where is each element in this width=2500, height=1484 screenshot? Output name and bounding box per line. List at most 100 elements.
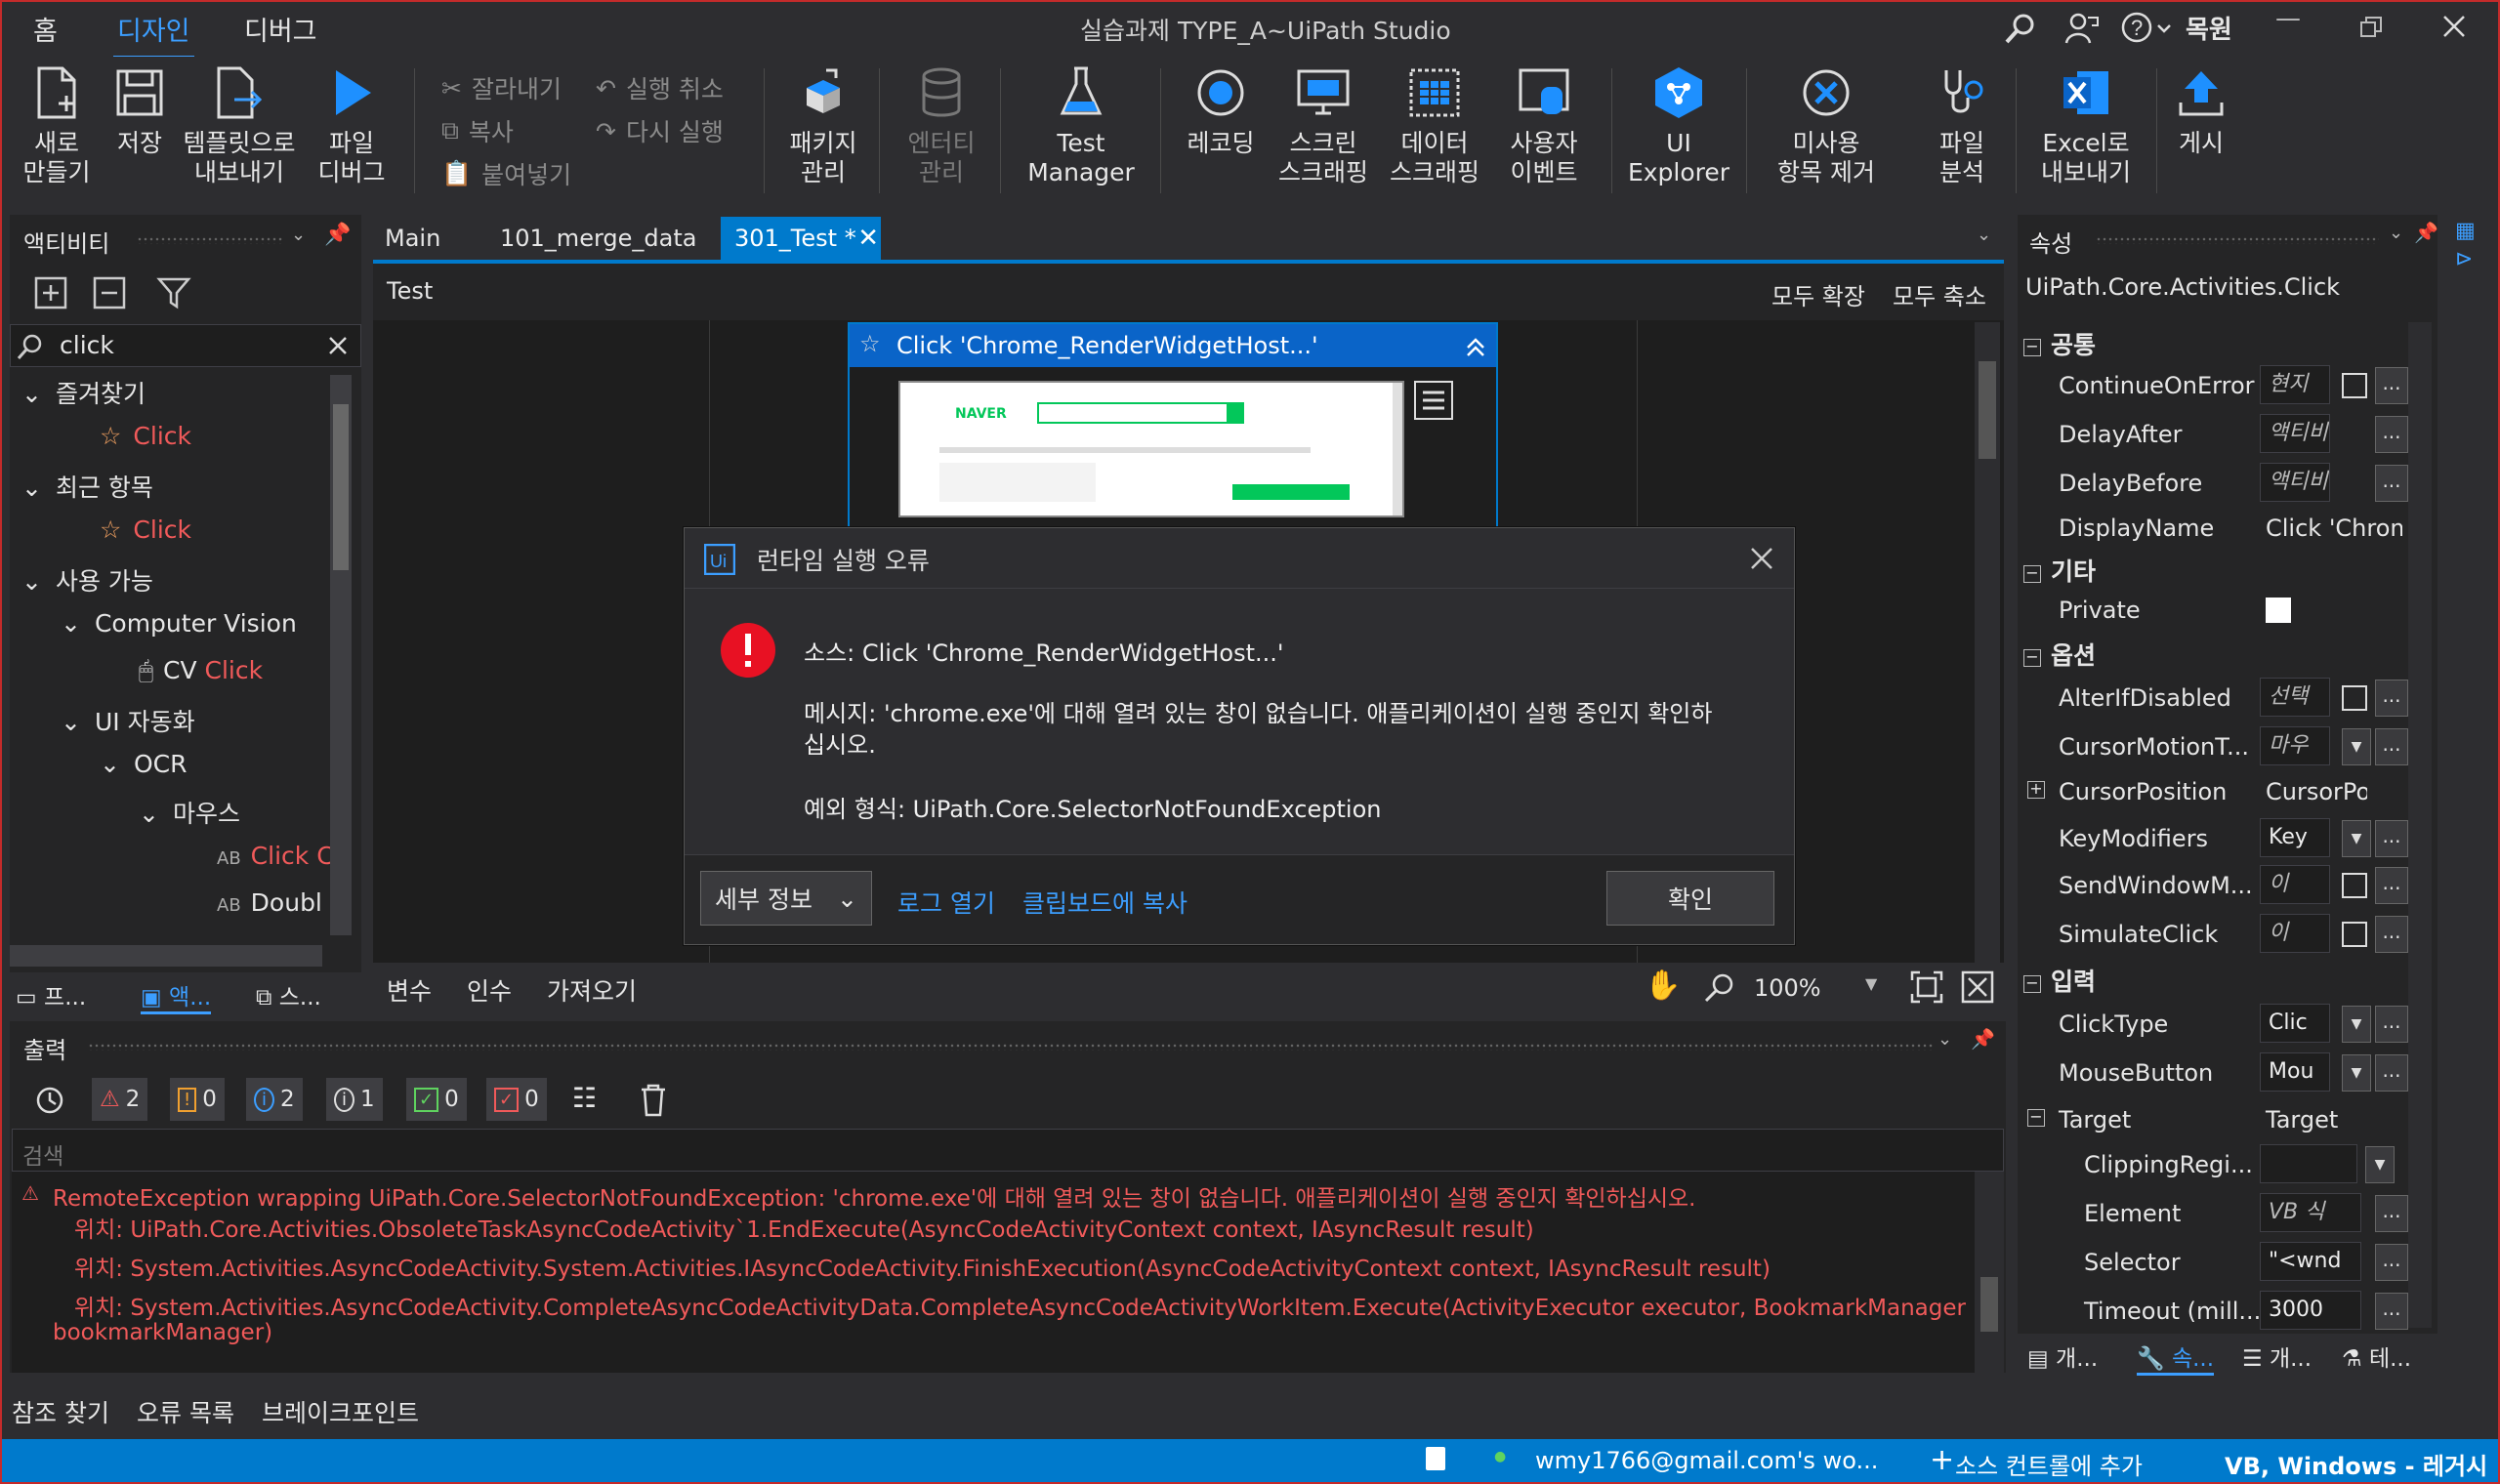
tab-overflow-icon[interactable]: ⌄ bbox=[1977, 225, 1991, 245]
tree-double-click[interactable]: AB Doubl bbox=[217, 888, 340, 917]
language-label[interactable]: VB, Windows - 레거시 bbox=[2225, 1447, 2487, 1481]
help-icon[interactable]: ? bbox=[2121, 12, 2172, 45]
find-references-tab[interactable]: 참조 찾기 bbox=[12, 1394, 109, 1429]
tree-recent[interactable]: ⌄ 최근 항목 bbox=[21, 469, 153, 504]
prop-continue-on-error[interactable]: ContinueOnError 현지... bbox=[2027, 363, 2408, 408]
prop-timeout[interactable]: Timeout (mill... 3000... bbox=[2027, 1289, 2408, 1334]
collapse-all-link[interactable]: 모두 축소 bbox=[1893, 277, 1986, 311]
prop-target[interactable]: − Target Target bbox=[2027, 1097, 2398, 1142]
tab-test[interactable]: ⚗ 테... bbox=[2342, 1340, 2411, 1373]
output-search[interactable]: 검색 bbox=[12, 1129, 2004, 1172]
prop-cursor-motion[interactable]: CursorMotionT... 마우 ▼... bbox=[2027, 724, 2408, 769]
tree-available[interactable]: ⌄ 사용 가능 bbox=[21, 562, 153, 598]
prop-alter-if-disabled[interactable]: AlterIfDisabled 선택... bbox=[2027, 676, 2408, 721]
feedback-icon[interactable] bbox=[2064, 12, 2100, 45]
fit-screen-icon[interactable] bbox=[1910, 970, 1943, 1004]
prop-cursor-position[interactable]: +CursorPositionCursorPos bbox=[2027, 769, 2398, 814]
tree-ui-automation[interactable]: ⌄ UI 자동화 bbox=[61, 703, 195, 738]
expand-all-icon[interactable] bbox=[33, 275, 68, 310]
ui-explorer-button[interactable]: UI Explorer bbox=[1625, 64, 1732, 187]
doc-tab-test[interactable]: 301_Test * ✕ bbox=[721, 217, 881, 260]
user-name[interactable]: 목원 bbox=[2186, 10, 2232, 46]
list-options-icon[interactable]: ☷ bbox=[572, 1082, 597, 1114]
hand-icon[interactable]: ✋ bbox=[1645, 969, 1681, 1003]
prop-mouse-button[interactable]: MouseButton Mou ▼... bbox=[2027, 1051, 2408, 1095]
new-button[interactable]: 새로 만들기 bbox=[8, 64, 105, 187]
entities-button[interactable]: 엔터티 관리 bbox=[893, 64, 990, 187]
clear-search-icon[interactable] bbox=[327, 335, 349, 356]
activities-hscroll[interactable] bbox=[10, 945, 322, 967]
ok-button[interactable]: 확인 bbox=[1606, 871, 1774, 926]
zoom-level[interactable]: 100% bbox=[1754, 974, 1821, 1002]
activities-search[interactable]: click bbox=[10, 324, 361, 367]
filter-warnings[interactable]: ! 0 bbox=[170, 1078, 225, 1121]
pin-icon[interactable]: 📌 bbox=[2414, 221, 2438, 244]
imports-tab[interactable]: 가져오기 bbox=[547, 972, 637, 1008]
prop-delay-before[interactable]: DelayBefore액티비티... bbox=[2027, 461, 2408, 506]
trash-icon[interactable] bbox=[639, 1084, 668, 1117]
hamburger-icon[interactable] bbox=[1414, 381, 1453, 420]
open-logs-link[interactable]: 로그 열기 bbox=[897, 885, 995, 920]
clock-icon[interactable] bbox=[35, 1086, 64, 1115]
category-misc[interactable]: − 기타 bbox=[2023, 553, 2096, 588]
details-dropdown[interactable]: 세부 정보 ⌄ bbox=[700, 871, 872, 926]
private-checkbox[interactable] bbox=[2266, 598, 2291, 623]
category-input[interactable]: − 입력 bbox=[2023, 963, 2096, 998]
arguments-tab[interactable]: 인수 bbox=[467, 972, 512, 1008]
debug-file-button[interactable]: 파일 디버그 bbox=[307, 64, 396, 187]
doc-tab-merge[interactable]: 101_merge_data bbox=[486, 217, 710, 260]
tree-ocr[interactable]: ⌄ OCR bbox=[100, 750, 187, 778]
minimize-button[interactable]: — bbox=[2275, 4, 2301, 33]
click-activity-card[interactable]: ☆ Click 'Chrome_RenderWidgetHost...' NAV… bbox=[848, 322, 1498, 537]
variables-tab[interactable]: 변수 bbox=[387, 972, 432, 1008]
copy-clipboard-link[interactable]: 클립보드에 복사 bbox=[1022, 885, 1188, 920]
output-search-input[interactable]: 검색 bbox=[22, 1137, 63, 1171]
panel-menu-icon[interactable]: ⌄ bbox=[291, 225, 306, 245]
file-analysis-button[interactable]: 파일 분석 bbox=[1918, 64, 2006, 187]
prop-send-window-messages[interactable]: SendWindowM... 이... bbox=[2027, 863, 2408, 908]
user-events-button[interactable]: 사용자 이벤트 bbox=[1490, 64, 1598, 187]
tree-favorites[interactable]: ⌄ 즐겨찾기 bbox=[21, 375, 146, 410]
prop-key-modifiers[interactable]: KeyModifiers Key ▼... bbox=[2027, 816, 2408, 861]
close-icon[interactable] bbox=[2441, 14, 2467, 39]
publish-button[interactable]: 게시 bbox=[2166, 64, 2236, 158]
filter-errors[interactable]: ⚠ 2 bbox=[92, 1078, 148, 1121]
tree-mouse[interactable]: ⌄ 마우스 bbox=[139, 795, 240, 830]
activities-scrollbar[interactable] bbox=[330, 375, 352, 935]
source-control-button[interactable]: 소스 컨트롤에 추가 bbox=[1955, 1447, 2143, 1481]
prop-element[interactable]: Element VB 식... bbox=[2027, 1191, 2408, 1236]
filter-verbose[interactable]: ✓ 0 bbox=[406, 1078, 467, 1121]
tab-overview[interactable]: ☰ 개... bbox=[2242, 1340, 2312, 1373]
doc-tab-main[interactable]: Main bbox=[371, 217, 454, 260]
tab-activities[interactable]: ▣ 액... bbox=[141, 978, 212, 1014]
manage-packages-button[interactable]: 패키지 관리 bbox=[779, 64, 867, 187]
close-tab-icon[interactable]: ✕ bbox=[857, 217, 879, 260]
screen-scraping-button[interactable]: 스크린 스크래핑 bbox=[1270, 64, 1377, 187]
prop-click-type[interactable]: ClickType Clic ▼... bbox=[2027, 1002, 2408, 1047]
output-scrollbar[interactable] bbox=[1975, 1172, 2004, 1373]
filter-fatal[interactable]: ✓ 0 bbox=[486, 1078, 547, 1121]
panel-menu-icon[interactable]: ⌄ bbox=[2389, 223, 2403, 243]
export-template-button[interactable]: 템플릿으로 내보내기 bbox=[176, 64, 303, 187]
tab-home[interactable]: 홈 bbox=[33, 10, 58, 48]
export-excel-button[interactable]: Excel로 내보내기 bbox=[2027, 64, 2145, 187]
paste-button[interactable]: 📋 붙여넣기 bbox=[441, 156, 571, 191]
category-common[interactable]: − 공통 bbox=[2023, 326, 2096, 361]
overview-icon[interactable] bbox=[1961, 970, 1994, 1004]
filter-icon[interactable] bbox=[156, 275, 191, 310]
tab-properties[interactable]: 🔧 속... bbox=[2137, 1340, 2215, 1376]
data-scraping-button[interactable]: 데이터 스크래핑 bbox=[1381, 64, 1488, 187]
prop-delay-after[interactable]: DelayAfter액티비티... bbox=[2027, 412, 2408, 457]
search-icon[interactable] bbox=[2004, 12, 2037, 45]
pin-icon[interactable]: 📌 bbox=[1971, 1027, 1995, 1051]
right-side-strip[interactable]: ▦ ⊳ bbox=[2449, 215, 2488, 342]
dialog-close-icon[interactable] bbox=[1749, 546, 1774, 571]
undo-button[interactable]: ↶ 실행 취소 bbox=[596, 70, 724, 105]
tab-debug[interactable]: 디버그 bbox=[244, 10, 317, 48]
filter-trace[interactable]: i1 bbox=[326, 1078, 383, 1121]
tab-design[interactable]: 디자인 bbox=[113, 10, 194, 60]
tab-project[interactable]: ▭ 프... bbox=[16, 978, 86, 1011]
recording-button[interactable]: 레코딩 bbox=[1172, 64, 1270, 158]
breakpoints-tab[interactable]: 브레이크포인트 bbox=[262, 1394, 419, 1429]
collapse-all-icon[interactable] bbox=[92, 275, 127, 310]
